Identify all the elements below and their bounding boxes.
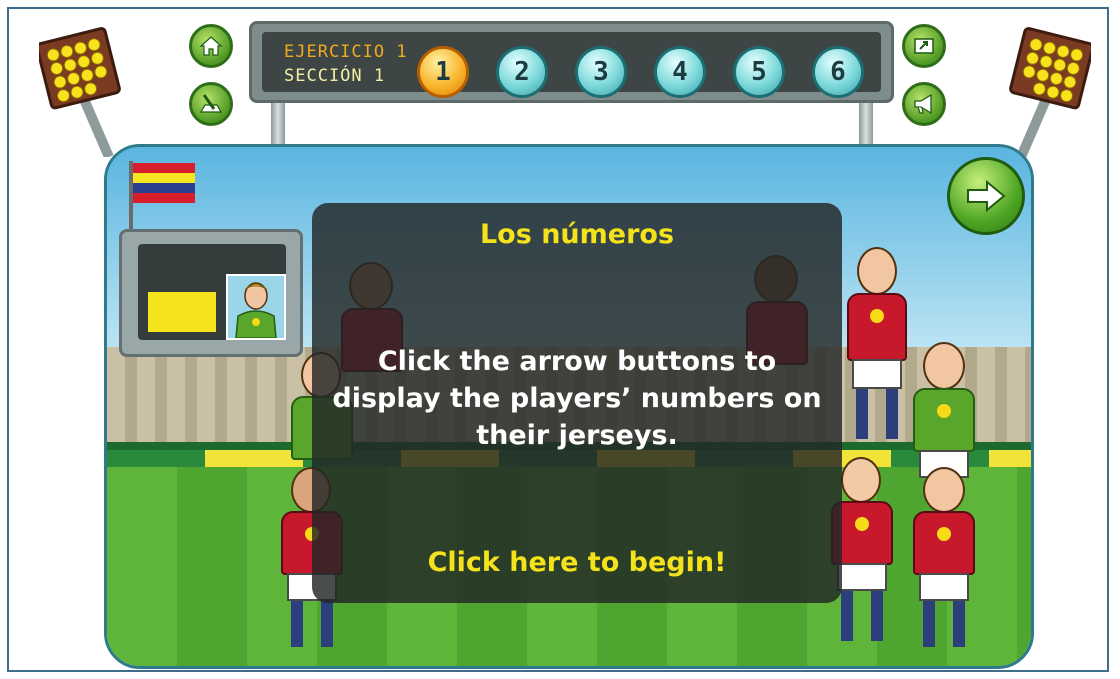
megaphone-icon	[914, 93, 932, 115]
sound-button[interactable]	[902, 82, 946, 126]
arrow-right-icon	[967, 180, 1006, 212]
fullscreen-button[interactable]	[902, 24, 946, 68]
pencil-icon	[199, 94, 223, 113]
scoreboard: EJERCICIO 1 SECCIÓN 1 1 2 3 4 5 6	[249, 21, 894, 103]
home-icon	[199, 36, 223, 56]
fullscreen-icon	[914, 38, 934, 54]
next-arrow-button[interactable]	[947, 157, 1025, 235]
home-button[interactable]	[189, 24, 233, 68]
player-avatar	[226, 274, 286, 340]
player	[907, 467, 982, 657]
exercise-label: EJERCICIO 1	[284, 42, 408, 62]
number-button-4[interactable]: 4	[654, 46, 706, 98]
number-button-2[interactable]: 2	[496, 46, 548, 98]
section-label: SECCIÓN 1	[284, 66, 386, 86]
overlay-instructions: Click the arrow buttons to display the p…	[332, 346, 822, 451]
begin-button[interactable]: Click here to begin!	[312, 547, 842, 578]
scoreboard-screen: EJERCICIO 1 SECCIÓN 1	[262, 32, 881, 92]
player	[842, 247, 912, 457]
number-button-1[interactable]: 1	[417, 46, 469, 98]
number-button-6[interactable]: 6	[812, 46, 864, 98]
number-button-3[interactable]: 3	[575, 46, 627, 98]
overlay-title: Los números	[479, 219, 675, 250]
monitor	[119, 229, 303, 357]
flag-icon	[133, 163, 195, 203]
monitor-screen	[138, 244, 286, 340]
instructions-overlay: Los números Click the arrow buttons to d…	[312, 203, 842, 603]
number-button-5[interactable]: 5	[733, 46, 785, 98]
game-frame: EJERCICIO 1 SECCIÓN 1 1 2 3 4 5 6 Los nú…	[7, 7, 1109, 672]
pencil-button[interactable]	[189, 82, 233, 126]
stadium-light-right	[1009, 27, 1095, 159]
answer-box	[148, 292, 216, 332]
stadium-light-left	[35, 27, 121, 159]
